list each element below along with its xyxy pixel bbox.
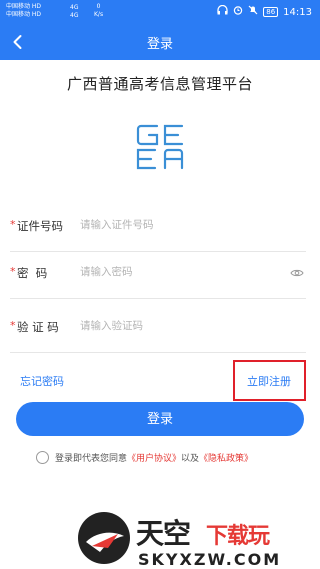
- page-title: 登录: [146, 37, 173, 52]
- agreement-row: 登录即代表您同意 《用户协议》 以及 《隐私政策》: [36, 451, 253, 464]
- password-input[interactable]: [80, 259, 280, 285]
- status-bar: 中国移动 HD 中国移动 HD 4G 4G 0 K/s 86 14:13: [0, 0, 320, 24]
- status-icons: 86 14:13: [217, 4, 312, 19]
- geea-logo: [133, 120, 187, 174]
- signal-2: 4G: [70, 12, 79, 19]
- captcha-input[interactable]: [80, 313, 280, 339]
- clock: 14:13: [283, 6, 312, 18]
- headphone-icon: [217, 4, 228, 19]
- battery-indicator: 86: [263, 7, 279, 17]
- speed-unit: K/s: [94, 11, 104, 18]
- password-field: * 密 码: [10, 247, 306, 299]
- watermark-text-2: 下载玩: [206, 523, 270, 549]
- watermark-url: SKYXZW.COM: [138, 550, 282, 569]
- eye-icon[interactable]: [290, 265, 304, 279]
- user-agreement-link[interactable]: 《用户协议》: [127, 451, 181, 464]
- register-link[interactable]: 立即注册: [247, 373, 291, 389]
- id-number-field: * 证件号码: [10, 200, 306, 252]
- speed-value: 0: [96, 3, 101, 10]
- required-mark: *: [10, 265, 16, 278]
- forgot-password-link[interactable]: 忘记密码: [20, 373, 64, 389]
- privacy-policy-link[interactable]: 《隐私政策》: [199, 451, 253, 464]
- network-speed: 0 K/s: [94, 3, 103, 19]
- carrier-2: 中国移动 HD: [6, 11, 42, 18]
- agreement-middle: 以及: [181, 454, 200, 464]
- watermark: 天空 下载玩 SKYXZW.COM: [78, 510, 313, 569]
- nav-bar: 登录: [0, 24, 320, 60]
- login-button[interactable]: 登录: [16, 402, 304, 436]
- id-number-input[interactable]: [80, 212, 280, 238]
- required-mark: *: [10, 319, 16, 332]
- watermark-text-1: 天空: [136, 517, 191, 550]
- app-title: 广西普通高考信息管理平台: [66, 75, 253, 93]
- carrier-1: 中国移动 HD: [6, 3, 42, 10]
- signal-1: 4G: [70, 4, 79, 11]
- password-label: 密 码: [17, 266, 48, 280]
- agreement-prefix: 登录即代表您同意: [55, 454, 128, 464]
- geea-logo-graphic: [136, 124, 184, 170]
- signal-indicator: 4G 4G: [70, 4, 78, 20]
- captcha-label: 验 证 码: [17, 320, 59, 334]
- captcha-field: * 验 证 码: [10, 301, 306, 353]
- watermark-logo-icon: [78, 512, 130, 564]
- id-number-label: 证件号码: [17, 219, 63, 233]
- mute-icon: [248, 5, 258, 19]
- agree-checkbox[interactable]: [36, 451, 49, 464]
- alarm-icon: [233, 5, 243, 19]
- carrier-info: 中国移动 HD 中国移动 HD: [6, 3, 41, 19]
- required-mark: *: [10, 218, 16, 231]
